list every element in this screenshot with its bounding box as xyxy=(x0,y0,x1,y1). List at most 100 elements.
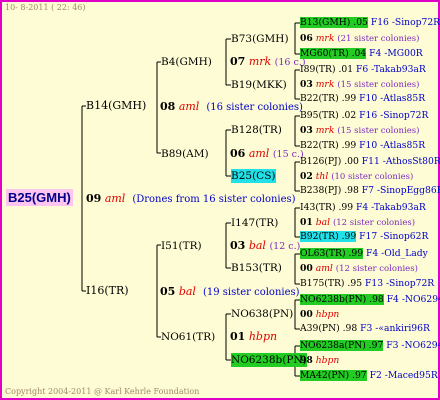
g4-year: 02 xyxy=(300,171,313,182)
g2-queen: B89(AM) xyxy=(161,148,209,160)
g4-origin: F4 -NO6294R xyxy=(386,294,440,305)
g4-row: NO6238a(PN) .97 F3 -NO6294R xyxy=(300,339,440,353)
g4-queen: A39(PN) .98 xyxy=(300,323,358,334)
g4-queen: B22(TR) .99 xyxy=(300,93,357,104)
g2-queen: NO61(TR) xyxy=(161,331,216,343)
g4-origin: F4 -MG00R xyxy=(369,48,423,59)
g4-origin: F16 -Sinop72R xyxy=(359,110,429,121)
g4-row: 03 mrk (15 sister colonies) xyxy=(300,124,419,138)
g4-origin: F10 -Atlas85R xyxy=(359,140,426,151)
g4-origin: F11 -AthosSt80R xyxy=(361,156,440,167)
g4-origin: F10 -Atlas85R xyxy=(359,93,426,104)
g2-mark: mrk xyxy=(248,55,272,68)
g4-note: (12 sister colonies) xyxy=(332,218,416,228)
g4-note: (12 sister colonies) xyxy=(335,264,418,274)
g2-queen: B4(GMH) xyxy=(161,56,212,68)
g1-mark: aml xyxy=(178,100,200,113)
g4-queen: OL63(TR) .99 xyxy=(300,248,364,259)
g4-row: MA42(PN) .97 F2 -Maced95R xyxy=(300,369,438,383)
g4-year: 06 xyxy=(300,33,313,44)
g4-year: 98 xyxy=(300,355,313,366)
g4-origin: F3 -NO6294R xyxy=(386,340,440,351)
g4-mark: thl xyxy=(315,171,329,182)
date-stamp: 10- 8-2011 ( 22: 46) xyxy=(5,3,86,12)
g2-note: (12 c.) xyxy=(269,241,301,252)
g4-origin: F17 -Sinop62R xyxy=(359,231,429,242)
g4-queen: B175(TR) .95 xyxy=(300,278,363,289)
g3-queen: B19(MKK) xyxy=(231,79,287,91)
g4-note: (21 sister colonies) xyxy=(337,34,420,44)
g1-mark: bal xyxy=(178,285,196,298)
g2-mark: bal xyxy=(248,239,266,252)
g4-queen: MA42(PN) .97 xyxy=(300,370,367,381)
g4-row: A39(PN) .98 F3 -«ankiri96R xyxy=(300,322,430,336)
g3-queen: NO6238b(PN) xyxy=(231,353,307,367)
g4-origin: F7 -SinopEgg86R xyxy=(361,185,440,196)
g4-row: B238(PJ) .98 F7 -SinopEgg86R xyxy=(300,184,440,198)
g4-queen: I89(TR) .01 xyxy=(300,64,354,75)
g4-origin: F2 -Maced95R xyxy=(369,370,438,381)
g4-note: (15 sister colonies) xyxy=(337,126,420,136)
g4-mark: mrk xyxy=(315,125,335,136)
g2-queen: I51(TR) xyxy=(161,240,202,252)
root-queen: B25(GMH) xyxy=(6,189,73,206)
g4-row: I89(TR) .01 F6 -Takab93aR xyxy=(300,63,426,77)
g4-row: B13(GMH) .05 F16 -Sinop72R xyxy=(300,16,440,30)
g4-origin: F6 -Takab93aR xyxy=(356,64,426,75)
g3-queen: NO638(PN) xyxy=(231,308,294,320)
g2-mark: hbpn xyxy=(248,330,278,343)
root-note: (Drones from 16 sister colonies) xyxy=(132,194,296,205)
g2-year: 07 xyxy=(230,55,246,68)
g4-row: B175(TR) .95 F13 -Sinop72R xyxy=(300,277,434,291)
g1-info: 05 bal (19 sister colonies) xyxy=(160,285,300,300)
g2-mark: aml xyxy=(248,147,270,160)
g2-info: 03 bal (12 c.) xyxy=(230,239,300,254)
root-queen-name: B25(GMH) xyxy=(6,189,73,206)
g4-row: B22(TR) .99 F10 -Atlas85R xyxy=(300,92,425,106)
g4-queen: B92(TR) .99 xyxy=(300,231,357,242)
g4-row: OL63(TR) .99 F4 -Old_Lady xyxy=(300,247,428,261)
root-year: 09 xyxy=(86,192,102,205)
g2-year: 03 xyxy=(230,239,246,252)
g1-info: 08 aml (16 sister colonies) xyxy=(160,100,303,115)
g3-queen: I147(TR) xyxy=(231,217,279,229)
g4-row: 00 aml (12 sister colonies) xyxy=(300,262,418,276)
g4-row: I43(TR) .99 F4 -Takab93aR xyxy=(300,201,426,215)
g4-queen: B126(PJ) .00 xyxy=(300,156,359,167)
g4-row: 03 mrk (15 sister colonies) xyxy=(300,78,419,92)
g4-row: 01 bal (12 sister colonies) xyxy=(300,216,415,230)
g4-row: 98 hbpn xyxy=(300,354,339,368)
g1-year: 05 xyxy=(160,285,176,298)
g4-mark: mrk xyxy=(315,33,335,44)
g4-row: NO6238b(PN) .98 F4 -NO6294R xyxy=(300,293,440,307)
g4-year: 00 xyxy=(300,263,313,274)
g4-mark: hbpn xyxy=(315,309,340,320)
g4-mark: mrk xyxy=(315,79,335,90)
g3-queen: B73(GMH) xyxy=(231,33,289,45)
g4-note: (10 sister colonies) xyxy=(331,172,414,182)
g4-mark: bal xyxy=(315,217,331,228)
g4-mark: hbpn xyxy=(315,355,340,366)
g4-queen: B13(GMH) .05 xyxy=(300,17,368,28)
g4-row: 02 thl (10 sister colonies) xyxy=(300,170,413,184)
g4-queen: B95(TR) .02 xyxy=(300,110,357,121)
g4-year: 01 xyxy=(300,217,313,228)
g4-row: 06 mrk (21 sister colonies) xyxy=(300,32,419,46)
g4-year: 03 xyxy=(300,125,313,136)
g2-year: 01 xyxy=(230,330,246,343)
g3-queen: B128(TR) xyxy=(231,124,282,136)
g4-mark: aml xyxy=(315,263,333,274)
g4-queen: NO6238b(PN) .98 xyxy=(300,294,384,305)
g4-origin: F3 -«ankiri96R xyxy=(360,323,430,334)
g1-queen: I16(TR) xyxy=(86,284,129,297)
g4-year: 00 xyxy=(300,309,313,320)
g4-queen: B22(TR) .99 xyxy=(300,140,357,151)
g4-row: B92(TR) .99 F17 -Sinop62R xyxy=(300,230,428,244)
g1-year: 08 xyxy=(160,100,176,113)
g1-note: (19 sister colonies) xyxy=(202,287,300,298)
g4-queen: B238(PJ) .98 xyxy=(300,185,359,196)
g4-origin: F13 -Sinop72R xyxy=(364,278,435,289)
g1-note: (16 sister colonies) xyxy=(206,102,303,113)
g3-queen: B153(TR) xyxy=(231,262,282,274)
g4-row: B95(TR) .02 F16 -Sinop72R xyxy=(300,109,428,123)
